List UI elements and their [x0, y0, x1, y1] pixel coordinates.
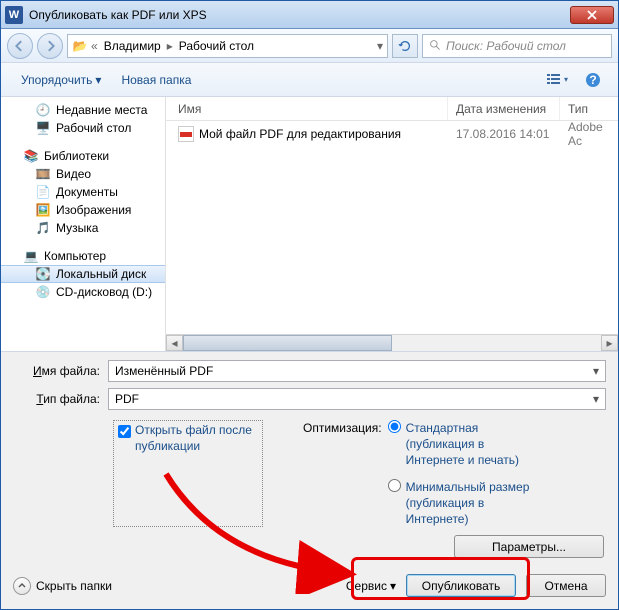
tree-music[interactable]: 🎵Музыка [1, 219, 165, 237]
computer-icon: 💻 [23, 248, 39, 264]
hide-folders-toggle[interactable]: Скрыть папки [13, 577, 112, 595]
view-mode-button[interactable]: ▾ [542, 69, 572, 91]
horizontal-scrollbar[interactable]: ◂ ▸ [166, 334, 618, 351]
document-icon: 📄 [35, 184, 51, 200]
tree-videos[interactable]: 🎞️Видео [1, 165, 165, 183]
publish-button[interactable]: Опубликовать [406, 574, 516, 597]
hide-folders-label: Скрыть папки [36, 579, 112, 593]
tree-documents[interactable]: 📄Документы [1, 183, 165, 201]
breadcrumb-seg-2[interactable]: Рабочий стол [176, 39, 257, 53]
refresh-button[interactable] [392, 34, 418, 58]
chevron-down-icon: ▾ [564, 75, 568, 84]
music-icon: 🎵 [35, 220, 51, 236]
titlebar: W Опубликовать как PDF или XPS [1, 1, 618, 29]
organize-menu[interactable]: Упорядочить ▾ [11, 69, 111, 91]
save-dialog-window: W Опубликовать как PDF или XPS 📂 « Влади… [0, 0, 619, 610]
search-input[interactable]: Поиск: Рабочий стол [422, 34, 612, 58]
column-type[interactable]: Тип [560, 97, 618, 120]
optimization-label: Оптимизация: [303, 420, 382, 469]
cd-icon: 💿 [35, 284, 51, 300]
close-button[interactable] [570, 6, 614, 24]
window-title: Опубликовать как PDF или XPS [29, 8, 570, 22]
tree-libraries[interactable]: 📚Библиотеки [1, 147, 165, 165]
file-row[interactable]: Мой файл PDF для редактирования 17.08.20… [166, 121, 618, 143]
toolbar: Упорядочить ▾ Новая папка ▾ ? [1, 63, 618, 97]
new-folder-button[interactable]: Новая папка [111, 69, 201, 91]
service-menu[interactable]: Сервис ▾ [346, 579, 396, 593]
filename-value: Изменённый PDF [115, 364, 213, 378]
folder-icon: 📂 [72, 38, 88, 54]
radio-standard-input[interactable] [388, 420, 401, 433]
tree-computer[interactable]: 💻Компьютер [1, 247, 165, 265]
dialog-footer: Скрыть папки Сервис ▾ Опубликовать Отмен… [13, 574, 606, 597]
file-date: 17.08.2016 14:01 [448, 124, 560, 143]
svg-text:?: ? [589, 73, 596, 87]
filetype-value: PDF [115, 392, 139, 406]
list-view-icon [546, 73, 562, 87]
arrow-left-icon [14, 40, 26, 52]
file-list-header: Имя Дата изменения Тип [166, 97, 618, 121]
tree-pictures[interactable]: 🖼️Изображения [1, 201, 165, 219]
forward-button[interactable] [37, 33, 63, 59]
chevron-down-icon[interactable]: ▾ [593, 364, 599, 378]
word-app-icon: W [5, 6, 23, 24]
radio-standard[interactable]: Стандартная (публикация в Интернете и пе… [388, 420, 546, 469]
radio-minimal-input[interactable] [388, 479, 401, 492]
tree-cd-drive[interactable]: 💿CD-дисковод (D:) [1, 283, 165, 301]
address-bar[interactable]: 📂 « Владимир ▸ Рабочий стол ▾ [67, 34, 388, 58]
back-button[interactable] [7, 33, 33, 59]
tree-local-disk[interactable]: 💽Локальный диск [1, 265, 165, 283]
navigation-bar: 📂 « Владимир ▸ Рабочий стол ▾ Поиск: Раб… [1, 29, 618, 63]
refresh-icon [398, 39, 412, 53]
tree-recent-places[interactable]: 🕘Недавние места [1, 101, 165, 119]
parameters-button[interactable]: Параметры... [454, 535, 604, 558]
video-icon: 🎞️ [35, 166, 51, 182]
scroll-right-button[interactable]: ▸ [601, 335, 618, 351]
breadcrumb-chevron: « [91, 39, 98, 53]
disk-icon: 💽 [35, 266, 51, 282]
open-after-label: Открыть файл после публикации [135, 423, 258, 454]
radio-minimal-label: Минимальный размер (публикация в Интерне… [406, 479, 546, 528]
chevron-down-icon[interactable]: ▾ [593, 392, 599, 406]
column-name[interactable]: Имя [166, 97, 448, 120]
chevron-right-icon: ▸ [167, 39, 173, 53]
column-date[interactable]: Дата изменения [448, 97, 560, 120]
pdf-file-icon [178, 126, 194, 142]
file-name: Мой файл PDF для редактирования [199, 127, 401, 141]
scroll-track[interactable] [183, 335, 601, 351]
filetype-label: Тип файла: [13, 392, 108, 406]
filetype-select[interactable]: PDF ▾ [108, 388, 606, 410]
close-icon [587, 10, 597, 20]
libraries-icon: 📚 [23, 148, 39, 164]
recent-icon: 🕘 [35, 102, 51, 118]
search-placeholder: Поиск: Рабочий стол [446, 39, 566, 53]
scroll-thumb[interactable] [183, 335, 392, 351]
file-type: Adobe Ac [560, 124, 618, 143]
tree-desktop[interactable]: 🖥️Рабочий стол [1, 119, 165, 137]
help-button[interactable]: ? [578, 69, 608, 91]
file-list: Имя Дата изменения Тип Мой файл PDF для … [166, 97, 618, 351]
arrow-right-icon [44, 40, 56, 52]
cancel-button[interactable]: Отмена [526, 574, 606, 597]
folder-tree: 🕘Недавние места 🖥️Рабочий стол 📚Библиоте… [1, 97, 166, 351]
pictures-icon: 🖼️ [35, 202, 51, 218]
filename-input[interactable]: Изменённый PDF ▾ [108, 360, 606, 382]
help-icon: ? [585, 72, 601, 88]
desktop-icon: 🖥️ [35, 120, 51, 136]
open-after-checkbox-input[interactable] [118, 425, 131, 438]
explorer-body: 🕘Недавние места 🖥️Рабочий стол 📚Библиоте… [1, 97, 618, 351]
save-options-panel: ИИмя файла:мя файла: Изменённый PDF ▾ Ти… [1, 351, 618, 609]
filename-label: ИИмя файла:мя файла: [13, 364, 108, 378]
radio-standard-label: Стандартная (публикация в Интернете и пе… [406, 420, 546, 469]
chevron-down-icon: ▾ [95, 73, 101, 87]
chevron-down-icon: ▾ [390, 579, 396, 593]
scroll-left-button[interactable]: ◂ [166, 335, 183, 351]
breadcrumb-seg-1[interactable]: Владимир [101, 39, 164, 53]
search-icon [429, 39, 442, 52]
radio-minimal[interactable]: Минимальный размер (публикация в Интерне… [388, 479, 546, 528]
open-after-publish-checkbox[interactable]: Открыть файл после публикации [113, 420, 263, 527]
chevron-down-icon[interactable]: ▾ [377, 39, 383, 53]
chevron-up-icon [13, 577, 31, 595]
